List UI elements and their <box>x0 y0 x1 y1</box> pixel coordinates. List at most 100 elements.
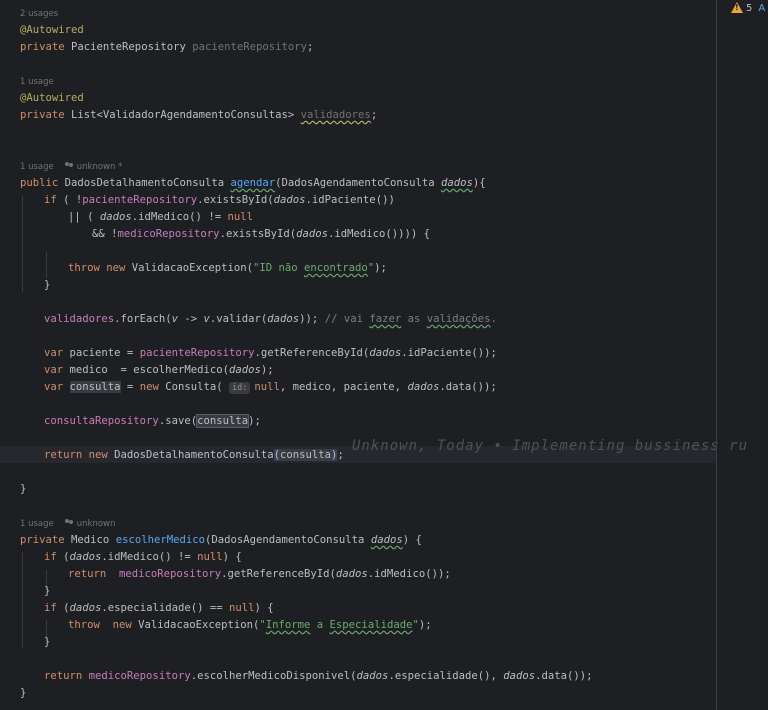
code-line[interactable]: throw new ValidacaoException("ID não enc… <box>68 260 387 277</box>
code-line[interactable]: } <box>20 481 26 498</box>
code-line[interactable]: @Autowired <box>20 90 84 107</box>
code-line[interactable]: && !medicoRepository.existsById(dados.id… <box>92 226 430 243</box>
var-decl: paciente = <box>69 347 140 359</box>
keyword: return <box>44 670 89 682</box>
param-ref: dados <box>228 364 261 376</box>
keyword: throw new <box>68 619 139 631</box>
call: .idPaciente()) <box>305 194 395 206</box>
call: .getReferenceById( <box>221 568 336 580</box>
param-ref: dados <box>69 602 102 614</box>
comment: as <box>401 313 427 325</box>
param-ref: dados <box>69 551 102 563</box>
field-ref: medicoRepository <box>88 670 191 682</box>
user-icon <box>64 162 74 169</box>
warning-count: 5 <box>746 3 753 14</box>
usages-hint[interactable]: 1 usage <box>20 75 54 89</box>
code-line[interactable]: var consulta = new Consulta( id: null, me… <box>44 379 497 396</box>
git-blame-inline[interactable]: Unknown, Today • Implementing bussiness … <box>352 438 748 454</box>
code-line[interactable]: private Medico escolherMedico(DadosAgend… <box>20 532 422 549</box>
annotation: @Autowired <box>20 92 84 104</box>
keyword: var <box>44 347 70 359</box>
call: .save( <box>158 415 198 427</box>
keyword: null <box>254 381 280 393</box>
call: .idMedico()))) { <box>328 228 431 240</box>
code-line[interactable]: @Autowired <box>20 22 84 39</box>
type: Medico <box>71 534 116 546</box>
code-line[interactable]: } <box>44 634 50 651</box>
param-ref: dados <box>267 313 300 325</box>
code-line[interactable]: throw new ValidacaoException("Informe a … <box>68 617 432 634</box>
keyword: public <box>20 177 65 189</box>
call: .idMedico()); <box>367 568 451 580</box>
code-line[interactable]: if ( !pacienteRepository.existsById(dado… <box>44 192 395 209</box>
call: .especialidade() == <box>101 602 229 614</box>
field-ref: medicoRepository <box>112 568 222 580</box>
param-ref: dados <box>356 670 389 682</box>
code-line[interactable]: return medicoRepository.getReferenceById… <box>68 566 451 583</box>
punct: = <box>120 381 140 393</box>
param-ref: dados <box>407 381 440 393</box>
comment: fazer <box>369 313 402 325</box>
type: PacienteRepository <box>71 41 193 53</box>
punct: ; <box>307 41 314 53</box>
code-line[interactable]: if (dados.idMedico() != null) { <box>44 549 242 566</box>
author-label: unknown <box>76 519 116 529</box>
code-line[interactable]: private PacienteRepository pacienteRepos… <box>20 39 313 56</box>
code-line[interactable]: var paciente = pacienteRepository.getRef… <box>44 345 497 362</box>
code-line[interactable]: return new DadosDetalhamentoConsulta(con… <box>44 447 344 464</box>
right-margin-guide <box>716 0 717 710</box>
keyword: throw new <box>68 262 132 274</box>
string: a <box>310 619 330 631</box>
param-ref: dados <box>273 194 306 206</box>
punct: ); <box>374 262 387 274</box>
method-name: agendar <box>230 177 276 189</box>
inspection-letter: A <box>758 3 766 14</box>
usages-hint[interactable]: 1 usage unknown <box>20 517 115 531</box>
code-line[interactable]: } <box>20 685 26 702</box>
call: .getReferenceById( <box>254 347 370 359</box>
call: .forEach( <box>114 313 172 325</box>
keyword: var <box>44 364 70 376</box>
punct: ) { <box>222 551 242 563</box>
code-line[interactable]: consultaRepository.save(consulta); <box>44 413 261 430</box>
param-name: dados <box>370 534 403 546</box>
keyword: new <box>139 381 166 393</box>
usages-hint[interactable]: 1 usage unknown * <box>20 160 122 174</box>
call: .existsById( <box>219 228 297 240</box>
usages-label: 1 usage <box>20 162 54 172</box>
keyword: null <box>227 211 253 223</box>
code-line[interactable]: || ( dados.idMedico() != null <box>68 209 253 226</box>
var-ref: consulta <box>280 449 332 461</box>
keyword: var <box>44 381 70 393</box>
usages-hint[interactable]: 2 usages <box>20 7 58 21</box>
param-inlay-hint: id: <box>229 382 251 394</box>
punct: ); <box>248 415 261 427</box>
punct: || ( <box>68 211 100 223</box>
code-line[interactable]: } <box>44 277 50 294</box>
indent-guide <box>22 196 23 292</box>
type: Consulta <box>165 381 217 393</box>
var-ref: consulta <box>196 414 250 428</box>
type: ValidacaoException( <box>131 262 253 274</box>
code-line[interactable]: public DadosDetalhamentoConsulta agendar… <box>20 175 486 192</box>
punct: ( <box>56 551 70 563</box>
punct: )); <box>299 313 325 325</box>
code-editor[interactable]: 2 usages @Autowired private PacienteRepo… <box>0 0 768 710</box>
problems-indicator[interactable]: 5A <box>731 0 765 14</box>
code-line[interactable]: if (dados.especialidade() == null) { <box>44 600 274 617</box>
code-line[interactable]: var medico = escolherMedico(dados); <box>44 362 274 379</box>
author-label: unknown * <box>76 162 123 172</box>
comment: validações <box>426 313 491 325</box>
keyword: if <box>44 551 57 563</box>
args: , medico, paciente, <box>279 381 408 393</box>
string: Informe <box>265 619 311 631</box>
brace: } <box>44 636 51 648</box>
call: .existsById( <box>197 194 274 206</box>
code-line[interactable]: return medicoRepository.escolherMedicoDi… <box>44 668 593 685</box>
var-name: consulta <box>69 381 121 393</box>
param-ref: dados <box>503 670 536 682</box>
code-line[interactable]: private List<ValidadorAgendamentoConsult… <box>20 107 377 124</box>
field-ref: pacienteRepository <box>139 347 255 359</box>
code-line[interactable]: validadores.forEach(v -> v.validar(dados… <box>44 311 497 328</box>
code-line[interactable]: } <box>44 583 50 600</box>
